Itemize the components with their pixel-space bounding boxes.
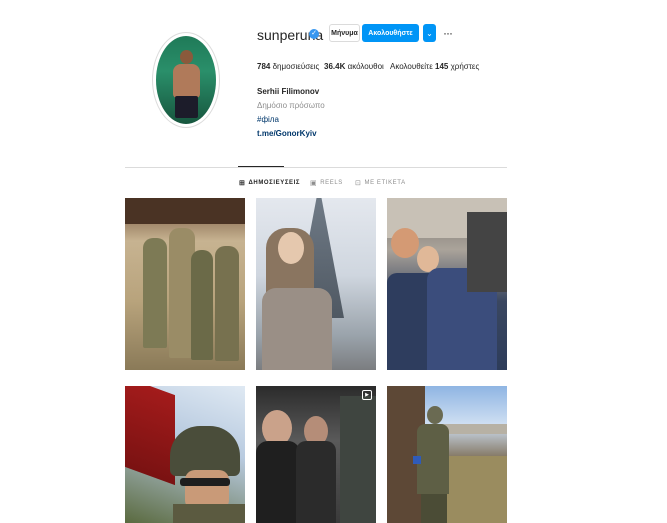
followers-stat[interactable]: 36.4K ακόλουθοι: [324, 62, 384, 71]
posts-count: 784: [257, 62, 271, 71]
following-count: 145: [435, 62, 449, 71]
tab-tagged[interactable]: ⊡ ΜΕ ΕΤΙΚΕΤΑ: [355, 179, 406, 187]
post-thumbnail[interactable]: [256, 198, 376, 370]
tab-reels[interactable]: ▣ REELS: [310, 179, 343, 187]
options-more-icon[interactable]: ···: [443, 26, 453, 40]
suggested-accounts-chevron-icon[interactable]: ⌄: [423, 24, 436, 42]
bio-external-link[interactable]: t.me/GonorKyiv: [257, 129, 317, 138]
post-thumbnail[interactable]: [125, 198, 245, 370]
message-button[interactable]: Μήνυμα: [329, 24, 360, 42]
bio-hashtag-link[interactable]: #фiла: [257, 115, 279, 124]
avatar[interactable]: [156, 36, 216, 124]
tab-reels-label: REELS: [320, 180, 343, 186]
active-tab-indicator: [238, 166, 284, 167]
reels-icon: ▣: [310, 180, 318, 187]
tagged-icon: ⊡: [355, 180, 362, 187]
post-thumbnail[interactable]: [125, 386, 245, 523]
tab-posts-label: ΔΗΜΟΣΙΕΥΣΕΙΣ: [248, 180, 301, 186]
followers-label: ακόλουθοι: [347, 62, 384, 71]
profile-header: sunperuna ✓ Μήνυμα Ακολουθήστε ⌄ ··· 784…: [0, 0, 667, 170]
following-stat[interactable]: Ακολουθείτε 145 χρήστες: [390, 62, 479, 71]
post-thumbnail[interactable]: [387, 386, 507, 523]
profile-full-name: Serhii Filimonov: [257, 87, 320, 96]
followers-count: 36.4K: [324, 62, 346, 71]
following-suffix: χρήστες: [450, 62, 480, 71]
post-thumbnail[interactable]: [387, 198, 507, 370]
posts-label: δημοσιεύσεις: [272, 62, 320, 71]
following-prefix: Ακολουθείτε: [390, 62, 433, 71]
tab-tagged-label: ΜΕ ΕΤΙΚΕΤΑ: [364, 180, 406, 186]
tabs-divider: [125, 167, 507, 168]
profile-category: Δημόσιο πρόσωπο: [257, 101, 325, 110]
post-thumbnail[interactable]: ▶: [256, 386, 376, 523]
reel-indicator-icon: ▶: [362, 390, 372, 400]
avatar-ring[interactable]: [152, 32, 220, 128]
avatar-figure-torso: [173, 64, 200, 98]
verified-badge-icon: ✓: [309, 29, 319, 39]
follow-button[interactable]: Ακολουθήστε: [362, 24, 419, 42]
avatar-figure-legs: [175, 96, 198, 118]
tab-posts[interactable]: ⊞ ΔΗΜΟΣΙΕΥΣΕΙΣ: [239, 179, 300, 187]
grid-icon: ⊞: [239, 180, 246, 187]
posts-stat: 784 δημοσιεύσεις: [257, 62, 319, 71]
avatar-figure-head: [180, 50, 193, 64]
